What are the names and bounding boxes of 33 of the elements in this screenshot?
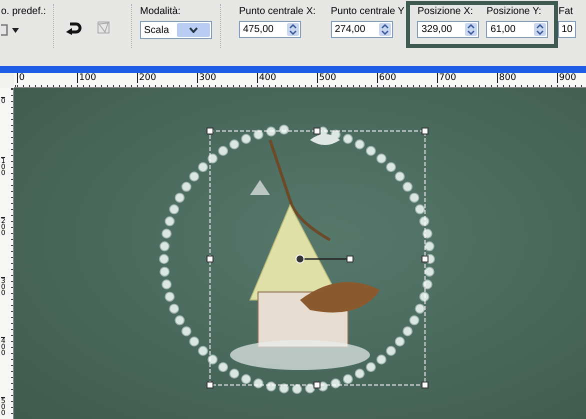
mode-dropdown[interactable]: Scala xyxy=(140,21,212,39)
reset-icon[interactable] xyxy=(66,20,82,34)
caret-icon[interactable] xyxy=(12,28,19,32)
preset-icon[interactable] xyxy=(1,24,9,36)
field-label: Punto centrale Y xyxy=(330,6,404,18)
ruler-label: 300 xyxy=(197,73,216,83)
spin-icon[interactable] xyxy=(378,23,391,36)
number-field[interactable]: 475,00 xyxy=(239,21,301,38)
number-field[interactable]: 10 xyxy=(558,21,576,38)
field-label: Punto centrale X: xyxy=(239,6,316,18)
selection-box[interactable] xyxy=(206,128,428,388)
number-field[interactable]: 61,00 xyxy=(486,21,548,38)
field-label: Posizione X: xyxy=(417,6,474,18)
ruler-label: 200 xyxy=(137,73,156,83)
ruler-label: 800 xyxy=(497,73,516,83)
spin-icon[interactable] xyxy=(287,23,299,36)
spin-icon[interactable] xyxy=(465,23,478,36)
field-label: Fat xyxy=(558,6,574,18)
number-field[interactable]: 329,00 xyxy=(417,21,480,38)
ruler-label: 100 xyxy=(77,73,96,83)
ruler-label: 500 xyxy=(317,73,336,83)
spin-icon[interactable] xyxy=(534,23,546,36)
ruler-label: 900 xyxy=(557,73,576,83)
ruler-label: 0 xyxy=(17,73,25,83)
number-field[interactable]: 274,00 xyxy=(330,21,393,38)
preset-label: o. predef.: xyxy=(1,6,45,18)
rotation-handle[interactable] xyxy=(296,254,354,264)
ruler-label: 400 xyxy=(257,73,276,83)
field-label: Posizione Y: xyxy=(486,6,542,18)
chevron-down-icon xyxy=(189,27,198,33)
ruler-label: 600 xyxy=(377,73,396,83)
ruler-label: 700 xyxy=(437,73,456,83)
mode-label: Modalità: xyxy=(140,6,182,18)
